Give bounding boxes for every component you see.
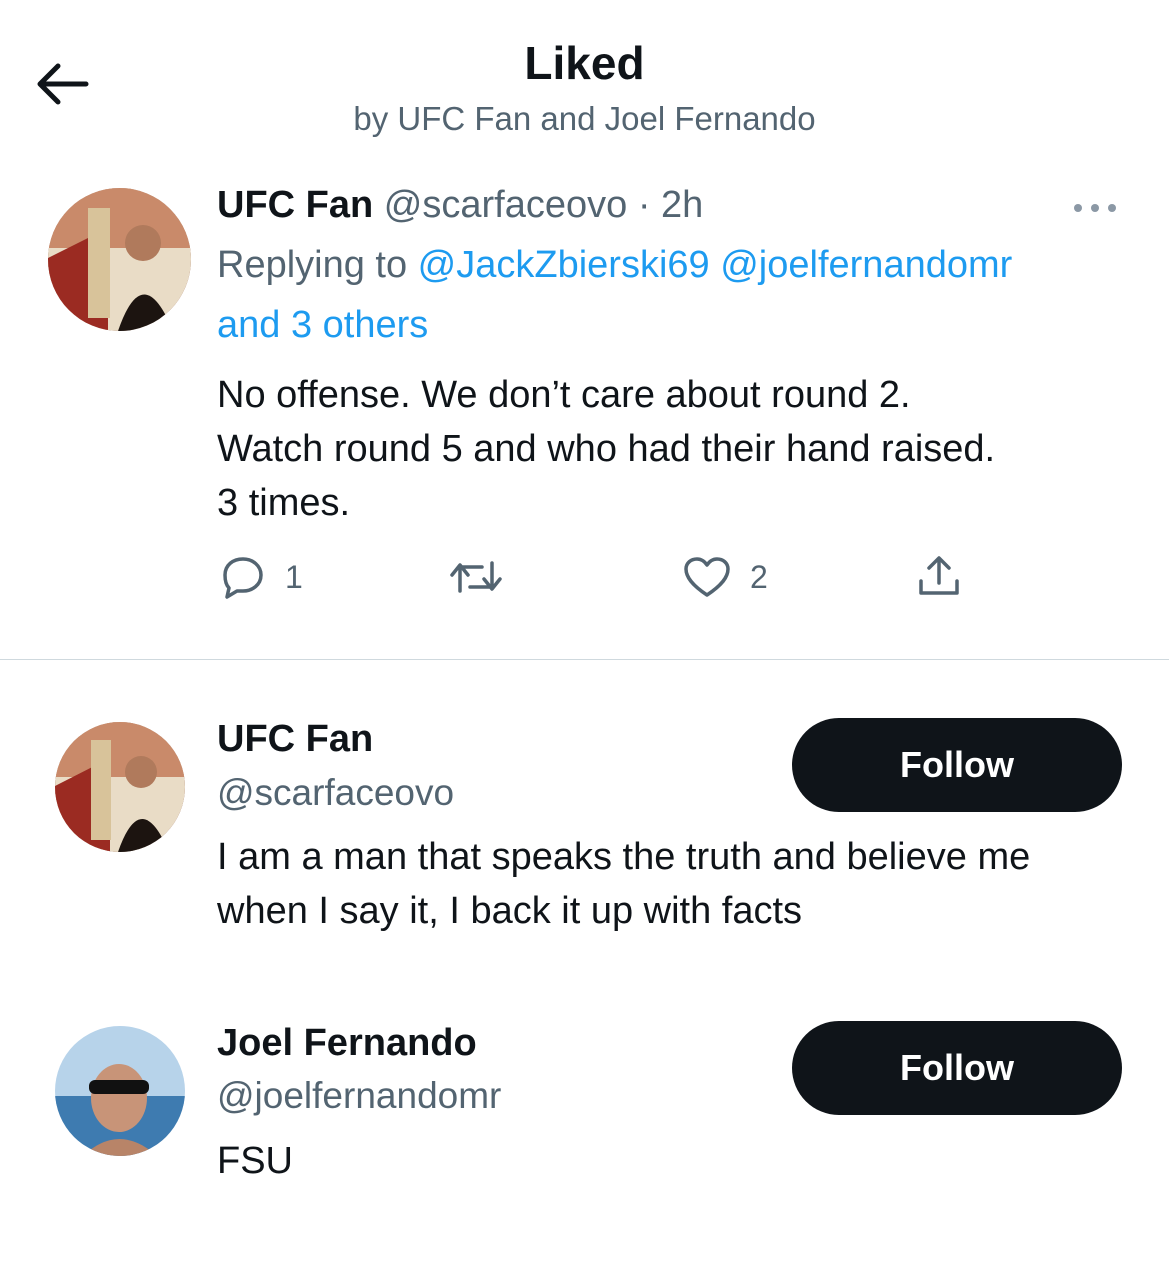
avatar-photo [48,188,191,331]
user-bio-line: I am a man that speaks the truth and bel… [217,836,1031,878]
like-button[interactable]: 2 [682,555,768,599]
avatar-photo [55,1026,185,1156]
heart-icon [684,557,730,597]
mention-link[interactable]: @JackZbierski69 [418,244,710,286]
user-bio-line: FSU [217,1140,293,1182]
user-bio: I am a man that speaks the truth and bel… [217,830,1137,938]
replying-to-label: Replying to [217,244,418,286]
replying-to-others: and 3 others [217,304,1117,347]
mention-link[interactable]: @joelfernandomr [720,244,1012,286]
avatar[interactable] [48,188,191,331]
retweet-button[interactable] [448,555,522,599]
divider [0,659,1169,660]
user-bio: FSU [217,1134,1137,1188]
more-options-button[interactable] [1072,198,1118,218]
tweet-text-line: No offense. We don’t care about round 2. [217,374,911,416]
user-handle[interactable]: @scarfaceovo [217,772,454,814]
tweet-author-handle[interactable]: @scarfaceovo [384,184,627,226]
user-name[interactable]: Joel Fernando [217,1022,477,1065]
page-subtitle: by UFC Fan and Joel Fernando [353,100,816,137]
user-handle[interactable]: @joelfernandomr [217,1075,501,1117]
tweet-header: UFC Fan @scarfaceovo · 2h [217,184,703,227]
more-horizontal-icon [1074,204,1116,212]
user-bio-line: when I say it, I back it up with facts [217,890,803,932]
reply-button[interactable]: 1 [217,555,303,599]
tweet-author-name[interactable]: UFC Fan [217,184,373,226]
reply-count: 1 [285,558,303,595]
user-name[interactable]: UFC Fan [217,718,373,761]
tweet-text-line: 3 times. [217,482,351,524]
share-icon [919,556,959,595]
tweet-time[interactable]: · 2h [638,184,703,226]
others-link[interactable]: and 3 others [217,304,428,346]
avatar[interactable] [55,1026,185,1156]
follow-button[interactable]: Follow [792,1021,1122,1115]
share-button[interactable] [916,553,962,599]
avatar-photo [55,722,185,852]
avatar[interactable] [55,722,185,852]
like-count: 2 [750,558,768,595]
tweet-text-line: Watch round 5 and who had their hand rai… [217,428,996,470]
reply-icon [223,557,263,599]
tweet-text: No offense. We don’t care about round 2.… [217,368,1117,530]
follow-button[interactable]: Follow [792,718,1122,812]
replying-to: Replying to @JackZbierski69 @joelfernand… [217,244,1117,287]
page-title: Liked [524,37,645,89]
retweet-icon [450,561,502,593]
